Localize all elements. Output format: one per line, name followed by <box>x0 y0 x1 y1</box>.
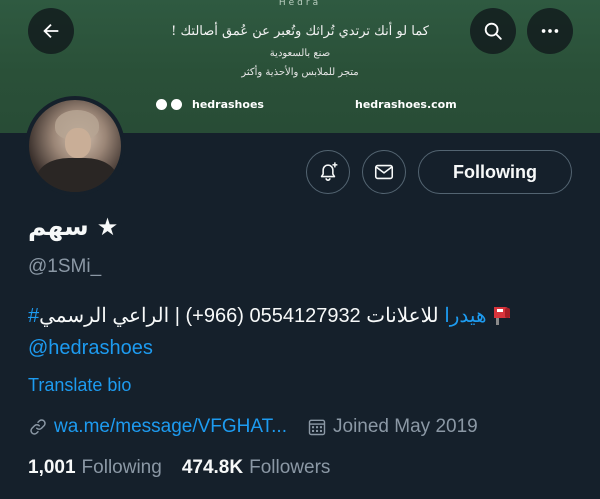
banner-website: hedrashoes.com <box>355 98 457 111</box>
following-count-link[interactable]: 1,001 Following <box>28 457 162 479</box>
following-label: Following <box>81 457 162 478</box>
bell-plus-icon <box>320 162 338 181</box>
banner-made-in: صنع بالسعودية <box>269 48 331 59</box>
search-button[interactable] <box>470 8 516 54</box>
bio-text: للاعلانات 0554127932 (966+) | الراعي الر… <box>39 305 493 327</box>
translate-bio-link[interactable]: Translate bio <box>28 375 131 396</box>
banner-brand: Hedra <box>278 0 322 8</box>
banner-social: hedrashoes <box>156 98 264 111</box>
bio-mention[interactable]: @hedrashoes <box>28 337 153 359</box>
banner-tagline: كما لو أنك ترتدي تُراثك وتُعبر عن عُمق أ… <box>171 24 429 39</box>
avatar[interactable] <box>25 96 125 196</box>
search-icon <box>484 22 502 40</box>
notifications-button[interactable] <box>306 150 350 194</box>
display-name-text: سهم <box>28 212 89 241</box>
more-horizontal-icon <box>541 29 559 33</box>
link-icon <box>30 419 46 435</box>
following-count: 1,001 <box>28 457 76 478</box>
arrow-left-icon <box>43 23 59 39</box>
display-name: سهم ★ <box>28 212 118 241</box>
calendar-icon <box>308 419 326 436</box>
bio-line-1: #هيدرا للاعلانات 0554127932 (966+) | الر… <box>28 300 558 332</box>
star-icon: ★ <box>96 212 119 241</box>
joined-date: Joined May 2019 <box>307 416 478 438</box>
joined-date-text: Joined May 2019 <box>333 416 478 437</box>
following-button[interactable]: Following <box>418 150 572 194</box>
followers-label: Followers <box>249 457 331 478</box>
followers-count-link[interactable]: 474.8K Followers <box>182 457 331 479</box>
banner-social-handle: hedrashoes <box>192 98 264 111</box>
banner-store-description: متجر للملابس والأحذية وأكثر <box>241 67 359 78</box>
follow-stats: 1,001 Following 474.8K Followers <box>28 457 330 479</box>
more-button[interactable] <box>527 8 573 54</box>
profile-meta: wa.me/message/VFGHAT... Joined May 2019 <box>28 416 478 438</box>
instagram-icon <box>171 99 182 110</box>
message-button[interactable] <box>362 150 406 194</box>
back-button[interactable] <box>28 8 74 54</box>
twitter-icon <box>156 99 167 110</box>
followers-count: 474.8K <box>181 457 244 478</box>
envelope-icon <box>374 164 394 180</box>
mailbox-icon <box>494 307 511 325</box>
profile-website-link[interactable]: wa.me/message/VFGHAT... <box>54 416 287 438</box>
user-handle: @1SMi_ <box>28 256 102 277</box>
bio: #هيدرا للاعلانات 0554127932 (966+) | الر… <box>28 300 558 364</box>
